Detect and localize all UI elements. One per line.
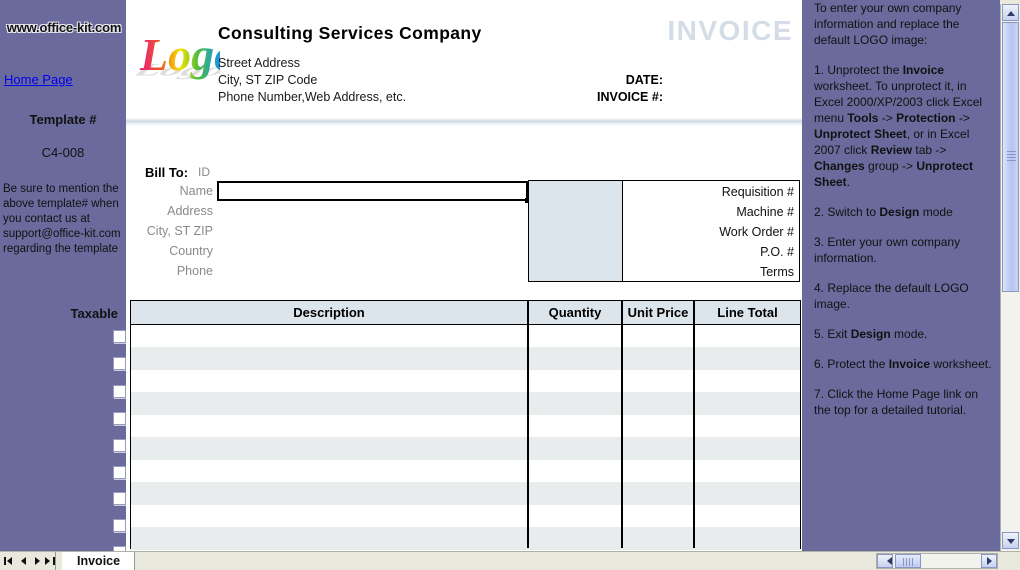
scroll-up-button[interactable] xyxy=(1002,4,1019,21)
left-info-panel: www.office-kit.com Home Page Template # … xyxy=(0,0,126,559)
invoice-no-label: INVOICE #: xyxy=(597,90,663,104)
taxable-checkbox[interactable] xyxy=(113,466,126,479)
scroll-right-button[interactable] xyxy=(981,554,997,568)
bill-to-field-label: Country xyxy=(169,244,213,258)
reference-field-label: Terms xyxy=(759,265,794,279)
bill-to-field-label: Address xyxy=(167,204,213,218)
vertical-scrollbar[interactable] xyxy=(1000,0,1020,551)
bill-to-field-label: Phone xyxy=(176,264,213,278)
bill-to-field-label: Name xyxy=(179,184,213,198)
reference-field-label: Machine # xyxy=(736,205,794,219)
chevron-left-icon xyxy=(883,557,892,565)
taxable-column-label: Taxable xyxy=(70,306,118,321)
instruction-step: 4. Replace the default LOGO image. xyxy=(814,281,969,311)
table-row[interactable] xyxy=(131,504,800,527)
table-row[interactable] xyxy=(131,415,800,438)
taxable-checkbox[interactable] xyxy=(113,385,126,398)
table-row[interactable] xyxy=(131,526,800,550)
chevron-up-icon xyxy=(1006,10,1015,16)
template-number-label: Template # xyxy=(29,112,97,127)
reference-field-label: P.O. # xyxy=(760,245,794,259)
scroll-down-button[interactable] xyxy=(1002,532,1019,549)
triangle-left-icon xyxy=(21,557,26,565)
table-row[interactable] xyxy=(131,370,800,393)
header-divider-rule xyxy=(126,118,802,126)
previous-sheet-button[interactable] xyxy=(17,555,31,568)
home-page-link[interactable]: Home Page xyxy=(4,72,73,87)
site-url-text: www.office-kit.com xyxy=(6,20,122,35)
table-row[interactable] xyxy=(131,325,800,348)
scroll-left-button[interactable] xyxy=(877,554,893,568)
instruction-step: 7. Click the Home Page link on the top f… xyxy=(814,387,979,417)
instruction-step: 6. Protect the Invoice worksheet. xyxy=(814,357,992,371)
column-divider-3 xyxy=(693,301,695,548)
instructions-panel: To enter your own company information an… xyxy=(806,0,1000,551)
sheet-nav-buttons xyxy=(0,552,56,570)
column-header[interactable]: Unit Price xyxy=(623,301,693,324)
column-divider-2 xyxy=(621,301,623,548)
bill-to-id-label: ID xyxy=(198,165,210,179)
table-row[interactable] xyxy=(131,481,800,505)
company-address-line-2: City, ST ZIP Code xyxy=(218,73,318,87)
column-divider-1 xyxy=(527,301,529,548)
scroll-grip-icon xyxy=(903,558,913,566)
excel-invoice-window: www.office-kit.com Home Page Template # … xyxy=(0,0,1020,570)
bill-to-label: Bill To: xyxy=(145,165,189,180)
horizontal-scrollbar[interactable] xyxy=(876,553,998,569)
status-bar: Invoice xyxy=(0,551,1020,570)
invoice-sheet: Logo Logo Consulting Services Company St… xyxy=(126,0,802,551)
taxable-checkbox[interactable] xyxy=(113,519,126,532)
company-name-heading: Consulting Services Company xyxy=(218,23,482,43)
column-header[interactable]: Description xyxy=(131,301,527,324)
taxable-checkbox[interactable] xyxy=(113,492,126,505)
scroll-grip-icon xyxy=(1007,151,1016,163)
triangle-right-icon xyxy=(45,557,50,565)
nav-bar-icon xyxy=(4,557,6,565)
first-sheet-button[interactable] xyxy=(3,555,17,568)
sheet-tab-invoice[interactable]: Invoice xyxy=(62,552,136,570)
taxable-checkbox[interactable] xyxy=(113,330,126,343)
chevron-down-icon xyxy=(1006,538,1015,544)
instruction-step: 5. Exit Design mode. xyxy=(814,327,928,341)
line-items-table: Description Quantity Unit Price Line Total xyxy=(130,300,801,550)
svg-text:Logo: Logo xyxy=(139,29,220,80)
instructions-intro: To enter your own company information an… xyxy=(814,1,962,47)
scrollbar-corner xyxy=(1000,553,1020,569)
bill-to-field-label: City, ST ZIP xyxy=(146,224,213,238)
chevron-right-icon xyxy=(987,557,996,565)
invoice-title-watermark: INVOICE xyxy=(667,15,793,46)
next-sheet-button[interactable] xyxy=(31,555,45,568)
reference-field-label: Requisition # xyxy=(721,185,794,199)
company-logo-image: Logo Logo xyxy=(136,29,220,80)
reference-label-column xyxy=(529,181,623,281)
reference-info-block: Requisition # Machine # Work Order # P.O. #… xyxy=(528,180,800,282)
selected-cell-name-input[interactable] xyxy=(217,181,528,201)
last-sheet-button[interactable] xyxy=(44,555,58,568)
taxable-checkbox[interactable] xyxy=(113,439,126,452)
taxable-checkbox[interactable] xyxy=(113,412,126,425)
triangle-right-icon xyxy=(35,557,40,565)
table-row[interactable] xyxy=(131,392,800,416)
triangle-left-icon xyxy=(7,557,12,565)
company-address-line-1: Street Address xyxy=(218,56,300,70)
column-header[interactable]: Line Total xyxy=(695,301,800,324)
table-row[interactable] xyxy=(131,347,800,371)
instruction-step: 2. Switch to Design mode xyxy=(814,205,953,219)
table-row[interactable] xyxy=(131,459,800,482)
scrollbar-top-cap xyxy=(1000,0,1020,4)
template-note-text: Be sure to mention the above template# w… xyxy=(3,183,121,255)
instructions-steps: 1. Unprotect the Invoice worksheet. To u… xyxy=(814,62,992,418)
vertical-scroll-thumb[interactable] xyxy=(1002,22,1019,292)
instruction-step: 1. Unprotect the Invoice worksheet. To u… xyxy=(814,63,983,189)
template-code-value: C4-008 xyxy=(41,145,85,160)
taxable-checkbox[interactable] xyxy=(113,357,126,370)
table-row[interactable] xyxy=(131,437,800,460)
company-address-line-3: Phone Number,Web Address, etc. xyxy=(218,90,407,104)
date-label: DATE: xyxy=(625,73,663,87)
reference-field-label: Work Order # xyxy=(719,225,794,239)
instruction-step: 3. Enter your own company information. xyxy=(814,235,961,265)
nav-bar-icon xyxy=(53,557,55,565)
column-header[interactable]: Quantity xyxy=(529,301,621,324)
horizontal-scroll-thumb[interactable] xyxy=(895,554,921,568)
